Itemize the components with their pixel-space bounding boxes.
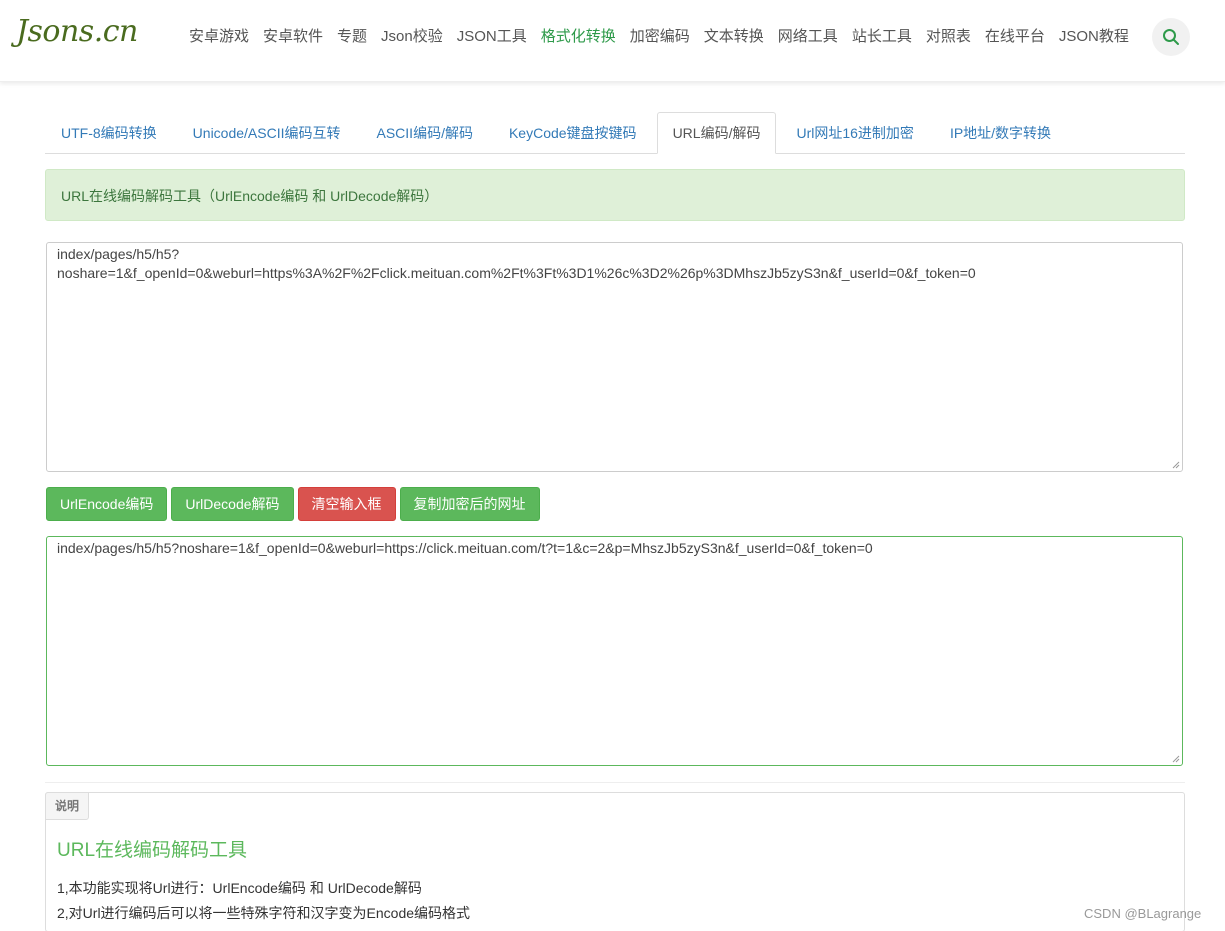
nav-item-reference-tables[interactable]: 对照表 xyxy=(919,26,978,48)
tab-ip-number[interactable]: IP地址/数字转换 xyxy=(934,112,1067,154)
tool-tabs: UTF-8编码转换 Unicode/ASCII编码互转 ASCII编码/解码 K… xyxy=(45,112,1185,154)
search-button[interactable] xyxy=(1152,18,1190,56)
resize-grip-icon[interactable] xyxy=(1172,755,1180,763)
resize-grip-icon[interactable] xyxy=(1172,461,1180,469)
input-text: index/pages/h5/h5? noshare=1&f_openId=0&… xyxy=(57,246,976,281)
nav-item-android-software[interactable]: 安卓软件 xyxy=(256,26,330,48)
tab-keycode[interactable]: KeyCode键盘按键码 xyxy=(493,112,653,154)
nav-item-online-platform[interactable]: 在线平台 xyxy=(978,26,1052,48)
nav-item-json-tools[interactable]: JSON工具 xyxy=(450,26,534,48)
output-text: index/pages/h5/h5?noshare=1&f_openId=0&w… xyxy=(57,540,873,556)
main-nav: 安卓游戏 安卓软件 专题 Json校验 JSON工具 格式化转换 加密编码 文本… xyxy=(182,26,1136,48)
tab-utf8[interactable]: UTF-8编码转换 xyxy=(45,112,173,154)
panel-line: 2,对Url进行编码后可以将一些特殊字符和汉字变为Encode编码格式 xyxy=(57,905,471,921)
nav-item-text-convert[interactable]: 文本转换 xyxy=(697,26,771,48)
nav-item-topics[interactable]: 专题 xyxy=(330,26,374,48)
action-buttons: UrlEncode编码 UrlDecode解码 清空输入框 复制加密后的网址 xyxy=(46,487,540,521)
panel-title: URL在线编码解码工具 xyxy=(57,840,248,861)
url-decode-button[interactable]: UrlDecode解码 xyxy=(171,487,294,521)
tab-ascii[interactable]: ASCII编码/解码 xyxy=(361,112,489,154)
copy-result-button[interactable]: 复制加密后的网址 xyxy=(399,487,540,521)
nav-item-webmaster-tools[interactable]: 站长工具 xyxy=(845,26,919,48)
search-icon xyxy=(1163,29,1179,45)
input-textarea[interactable]: index/pages/h5/h5? noshare=1&f_openId=0&… xyxy=(46,242,1183,472)
nav-item-android-games[interactable]: 安卓游戏 xyxy=(182,26,256,48)
watermark: CSDN @BLagrange xyxy=(1084,906,1202,921)
nav-item-encrypt-encode[interactable]: 加密编码 xyxy=(623,26,697,48)
site-logo[interactable]: Jsons.cn xyxy=(16,14,138,49)
tab-url-hex[interactable]: Url网址16进制加密 xyxy=(780,112,929,154)
output-textarea[interactable]: index/pages/h5/h5?noshare=1&f_openId=0&w… xyxy=(46,536,1183,766)
explanation-panel: 说明 URL在线编码解码工具 1,本功能实现将Url进行：UrlEncode编码… xyxy=(45,792,1185,931)
section-divider xyxy=(45,782,1185,783)
nav-item-network-tools[interactable]: 网络工具 xyxy=(771,26,845,48)
panel-tag: 说明 xyxy=(45,792,90,820)
tab-url-encode[interactable]: URL编码/解码 xyxy=(656,112,777,154)
site-header: Jsons.cn 安卓游戏 安卓软件 专题 Json校验 JSON工具 格式化转… xyxy=(0,0,1225,82)
nav-item-json-tutorial[interactable]: JSON教程 xyxy=(1052,26,1136,48)
url-encode-button[interactable]: UrlEncode编码 xyxy=(46,487,168,521)
nav-item-format-convert[interactable]: 格式化转换 xyxy=(534,26,623,48)
tab-unicode-ascii[interactable]: Unicode/ASCII编码互转 xyxy=(177,112,357,154)
nav-item-json-validate[interactable]: Json校验 xyxy=(374,26,450,48)
tool-description-alert: URL在线编码解码工具（UrlEncode编码 和 UrlDecode解码） xyxy=(45,169,1185,221)
clear-input-button[interactable]: 清空输入框 xyxy=(297,487,396,521)
panel-line: 1,本功能实现将Url进行：UrlEncode编码 和 UrlDecode解码 xyxy=(57,880,422,896)
